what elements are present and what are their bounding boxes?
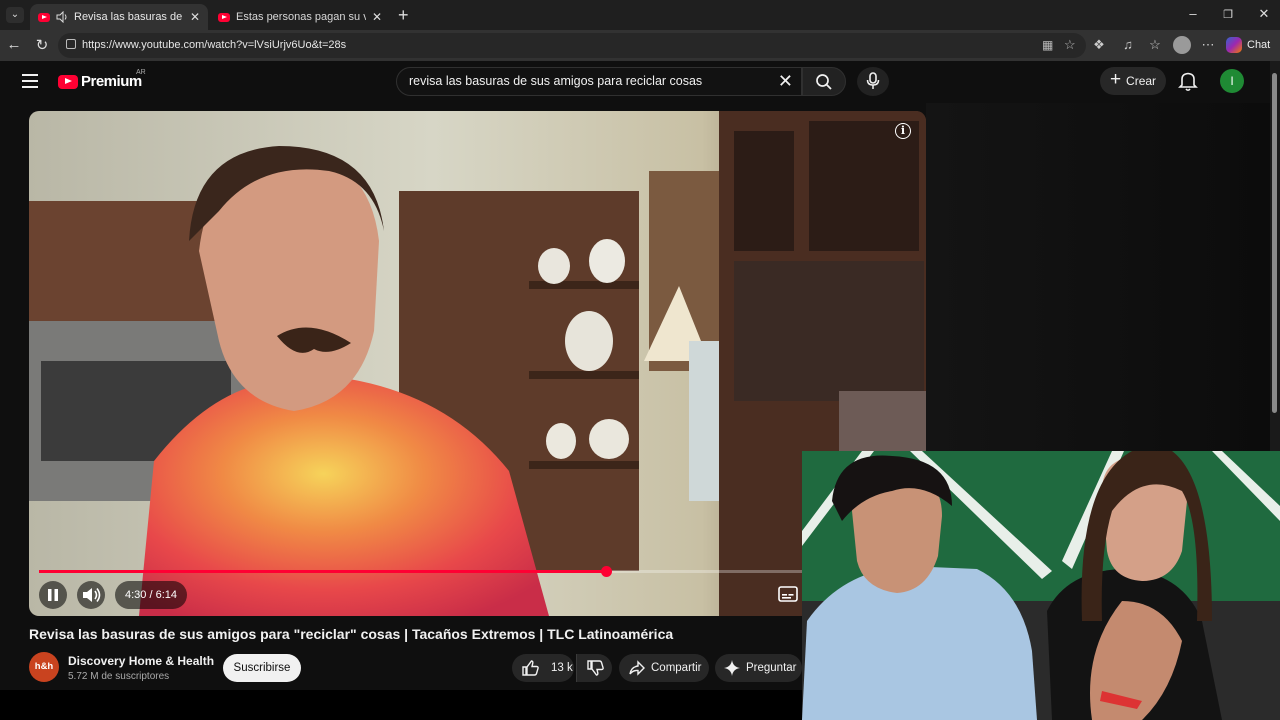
youtube-favicon-icon <box>38 12 50 22</box>
tab-title: Estas personas pagan su vida con <box>236 11 366 23</box>
more-options-icon[interactable]: ⋯ <box>1199 37 1217 53</box>
progress-bar[interactable] <box>39 566 813 577</box>
youtube-premium-logo[interactable]: Premium AR <box>58 69 146 90</box>
region-code: AR <box>136 69 146 76</box>
webcam-overlay <box>802 451 1280 720</box>
video-player[interactable]: i 4:30 / 6:14 <box>29 111 926 616</box>
logo-text: Premium <box>81 73 142 90</box>
search-icon <box>816 74 832 90</box>
voice-search-button[interactable] <box>857 67 889 96</box>
volume-icon <box>83 588 101 602</box>
like-count: 13 k <box>551 662 573 674</box>
new-tab-plus-icon[interactable]: + <box>398 5 409 26</box>
video-frame <box>29 111 926 616</box>
copilot-icon <box>1226 37 1242 53</box>
create-button[interactable]: + Crear <box>1100 67 1166 95</box>
page-bottom <box>0 690 802 720</box>
tab-close-icon[interactable]: ✕ <box>372 10 382 24</box>
browser-address-bar: ← ↻ https://www.youtube.com/watch?v=lVsi… <box>0 30 1280 61</box>
back-arrow-icon[interactable]: ← <box>4 36 24 53</box>
pause-icon <box>48 589 58 601</box>
progress-played <box>39 570 607 573</box>
video-title: Revisa las basuras de sus amigos para "r… <box>29 626 674 642</box>
tab-actions-chevron-icon[interactable]: ⌄ <box>6 7 24 23</box>
tab-youtube-2[interactable]: Estas personas pagan su vida con ✕ <box>210 4 390 30</box>
tab-close-icon[interactable]: ✕ <box>190 10 200 24</box>
youtube-favicon-icon <box>218 12 230 22</box>
app-available-icon[interactable]: ▦ <box>1042 38 1053 52</box>
secondary-column <box>926 103 1270 451</box>
window-close-icon[interactable]: ✕ <box>1249 6 1279 22</box>
thumbs-down-icon <box>587 660 604 676</box>
notifications-bell-icon[interactable] <box>1178 70 1198 92</box>
restore-icon[interactable]: ❐ <box>1213 8 1243 21</box>
subtitles-icon[interactable] <box>776 583 800 605</box>
browser-essentials-icon[interactable]: ♫ <box>1119 37 1137 52</box>
profile-icon[interactable] <box>1173 36 1191 54</box>
tab-title: Revisa las basuras de sus amigos <box>74 11 184 23</box>
share-button[interactable]: Compartir <box>619 654 709 682</box>
extensions-icon[interactable]: ❖ <box>1090 37 1108 53</box>
url-field[interactable]: https://www.youtube.com/watch?v=lVsiUrjv… <box>58 33 1086 58</box>
channel-avatar[interactable]: h&h <box>29 652 59 682</box>
dislike-button[interactable] <box>576 654 612 682</box>
webcam-feed <box>802 451 1280 720</box>
chat-label: Chat <box>1247 39 1271 51</box>
volume-button[interactable] <box>77 581 105 609</box>
youtube-header: Premium AR revisa las basuras de sus ami… <box>0 61 1280 103</box>
youtube-play-icon <box>58 74 78 89</box>
share-label: Compartir <box>651 662 702 674</box>
favorite-star-icon[interactable]: ☆ <box>1064 37 1076 53</box>
pause-button[interactable] <box>39 581 67 609</box>
scrollbar-thumb[interactable] <box>1272 73 1277 413</box>
url-text: https://www.youtube.com/watch?v=lVsiUrjv… <box>82 39 347 51</box>
microphone-icon <box>866 72 880 89</box>
account-avatar[interactable]: I <box>1220 69 1244 93</box>
copilot-chat-button[interactable]: Chat <box>1226 34 1270 56</box>
clear-search-icon[interactable]: ✕ <box>778 71 793 92</box>
search-button[interactable] <box>802 67 846 96</box>
thumbs-up-icon <box>522 660 539 676</box>
like-button[interactable]: 13 k <box>512 654 574 682</box>
minimize-icon[interactable]: – <box>1178 6 1208 21</box>
ask-button[interactable]: Preguntar <box>715 654 802 682</box>
search-input[interactable]: revisa las basuras de sus amigos para re… <box>396 67 802 96</box>
search-query: revisa las basuras de sus amigos para re… <box>409 74 703 88</box>
subscriber-count: 5.72 M de suscriptores <box>68 671 170 682</box>
speaker-audio-icon[interactable] <box>56 11 69 23</box>
reload-icon[interactable]: ↻ <box>32 36 52 54</box>
browser-tab-bar: ⌄ Revisa las basuras de sus amigos ✕ Est… <box>0 0 1280 30</box>
info-icon[interactable]: i <box>895 123 911 139</box>
favorites-icon[interactable]: ☆ <box>1146 37 1164 53</box>
sparkle-icon <box>724 660 740 676</box>
create-label: Crear <box>1126 74 1157 88</box>
ask-label: Preguntar <box>746 662 797 674</box>
plus-icon: + <box>1109 69 1122 90</box>
hamburger-menu-icon[interactable] <box>22 74 38 88</box>
tab-youtube-active[interactable]: Revisa las basuras de sus amigos ✕ <box>30 4 208 30</box>
share-icon <box>629 660 645 676</box>
subscribe-button[interactable]: Suscribirse <box>223 654 301 682</box>
channel-name[interactable]: Discovery Home & Health <box>68 654 214 668</box>
site-info-icon[interactable] <box>66 39 76 49</box>
time-display: 4:30 / 6:14 <box>115 581 187 609</box>
